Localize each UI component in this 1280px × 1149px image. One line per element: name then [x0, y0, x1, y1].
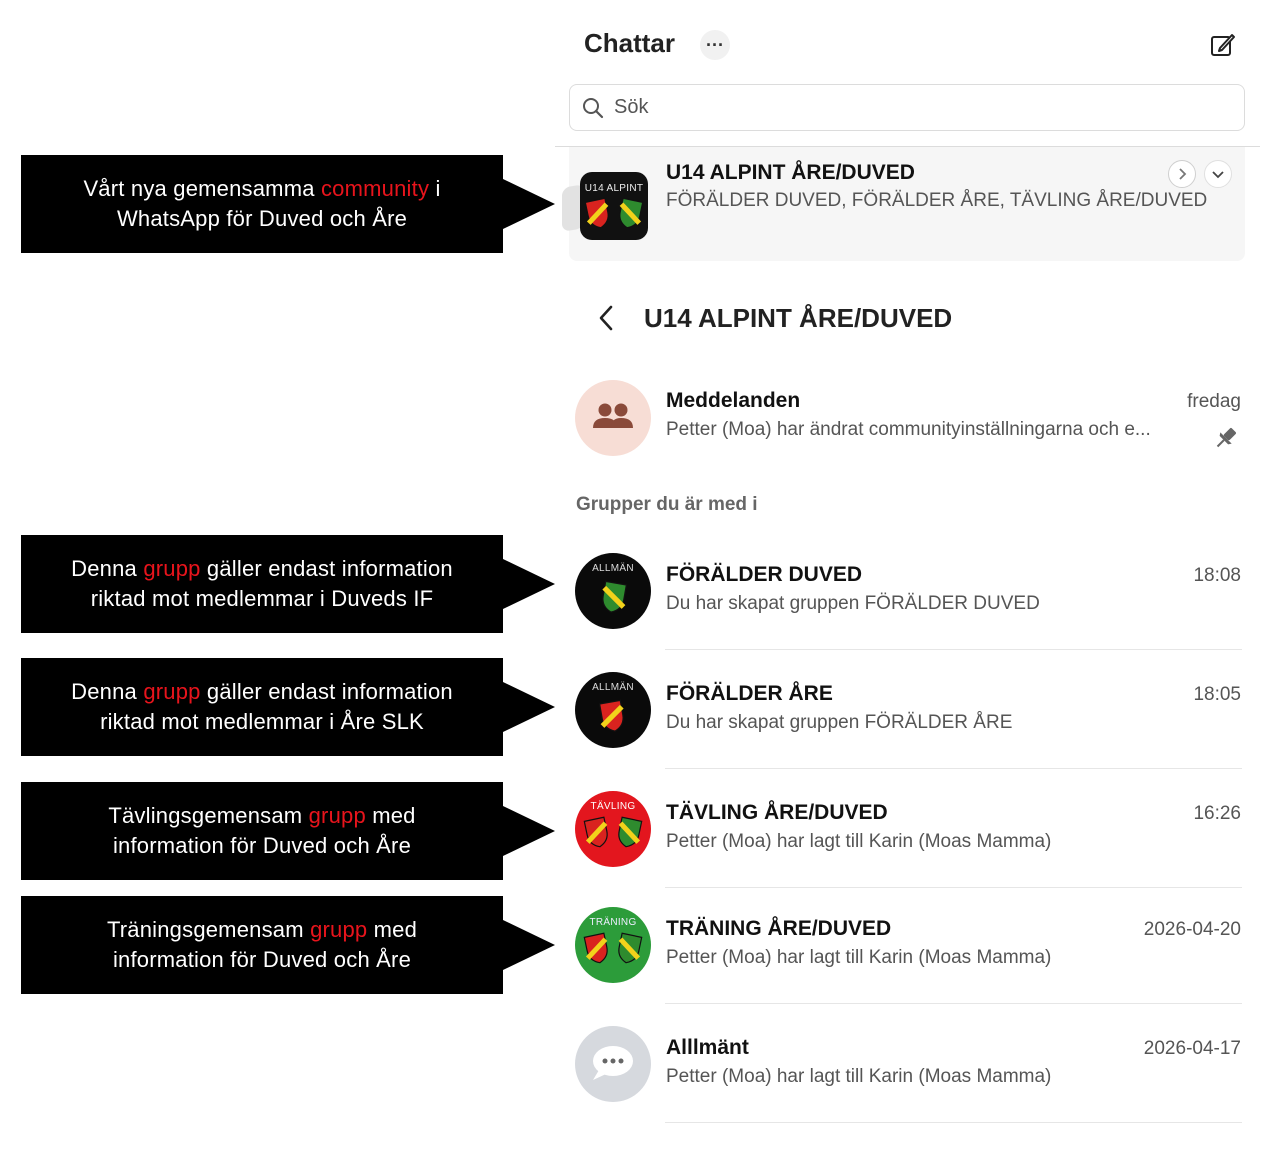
arrow-icon: [503, 559, 555, 609]
chat-last-message: Petter (Moa) har lagt till Karin (Moas M…: [666, 831, 1052, 852]
chat-name: FÖRÄLDER DUVED: [666, 563, 863, 586]
callout-tavling: Tävlingsgemensam grupp med information f…: [21, 782, 503, 880]
arrow-icon: [503, 806, 555, 856]
group-avatar: TRÄNING: [575, 907, 651, 983]
chevron-down-icon: [1212, 171, 1224, 179]
group-avatar: TÄVLING: [575, 791, 651, 867]
callout-text: Denna: [71, 679, 144, 704]
callout-text: Denna: [71, 556, 144, 581]
back-button[interactable]: [592, 302, 620, 334]
page-title: Chattar: [584, 28, 676, 58]
are-shield-icon: [596, 699, 628, 735]
callout-text: information för Duved och Åre: [112, 947, 412, 972]
callout-text: riktad mot medlemmar i Åre SLK: [100, 709, 424, 734]
callout-text: gäller endast information: [200, 679, 453, 704]
callout-text: Vårt nya gemensamma: [83, 176, 321, 201]
arrow-icon: [503, 920, 555, 970]
callout-text: med: [367, 917, 418, 942]
divider: [665, 887, 1242, 888]
callout-text: Tävlingsgemensam: [108, 803, 309, 828]
chat-time: 2026-04-17: [1143, 1038, 1241, 1059]
open-community-button[interactable]: [1168, 160, 1196, 188]
chat-time: 18:05: [1193, 684, 1241, 705]
chat-last-message: Petter (Moa) har ändrat communityinställ…: [666, 419, 1151, 440]
group-people-icon: [593, 403, 633, 428]
chat-time: fredag: [1187, 391, 1241, 412]
chat-time: 16:26: [1193, 803, 1241, 824]
club-shields-icon: [581, 816, 645, 850]
callout-highlight: community: [320, 176, 430, 201]
community-subtitle: FÖRÄLDER DUVED, FÖRÄLDER ÅRE, TÄVLING ÅR…: [666, 190, 1208, 211]
callout-text: i: [429, 176, 441, 201]
divider: [665, 768, 1242, 769]
divider: [665, 649, 1242, 650]
chat-bubble-icon: [593, 1046, 633, 1080]
callout-text: gäller endast information: [200, 556, 453, 581]
chat-last-message: Petter (Moa) har lagt till Karin (Moas M…: [666, 1066, 1052, 1087]
divider: [665, 1003, 1242, 1004]
arrow-icon: [503, 682, 555, 732]
chat-name: Alllmänt: [666, 1036, 749, 1059]
callout-traning: Träningsgemensam grupp med information f…: [21, 896, 503, 994]
ellipsis-icon: ···: [706, 34, 724, 55]
chat-time: 18:08: [1193, 565, 1241, 586]
chat-time: 2026-04-20: [1143, 919, 1241, 940]
community-title: U14 ALPINT ÅRE/DUVED: [644, 303, 953, 333]
community-name: U14 ALPINT ÅRE/DUVED: [666, 161, 915, 184]
chevron-left-icon: [599, 305, 613, 331]
chat-last-message: Du har skapat gruppen FÖRÄLDER DUVED: [666, 593, 1040, 614]
announcements-row[interactable]: [569, 372, 1245, 464]
section-label: Grupper du är med i: [576, 494, 758, 515]
club-shields-icon: [582, 197, 646, 231]
callout-text: WhatsApp för Duved och Åre: [116, 206, 408, 231]
callout-forelder-are: Denna grupp gäller endast information ri…: [21, 658, 503, 756]
callout-highlight: grupp: [143, 679, 201, 704]
search-bar[interactable]: [569, 84, 1245, 131]
chat-name: TRÄNING ÅRE/DUVED: [666, 917, 892, 940]
chat-name: FÖRÄLDER ÅRE: [666, 682, 833, 705]
callout-highlight: grupp: [310, 917, 368, 942]
club-shields-icon: [581, 932, 645, 966]
expand-community-button[interactable]: [1204, 160, 1232, 188]
callout-highlight: grupp: [143, 556, 201, 581]
duved-shield-icon: [598, 580, 630, 616]
search-input[interactable]: [612, 95, 1216, 120]
search-icon: [582, 97, 604, 119]
arrow-icon: [503, 179, 555, 229]
new-chat-button[interactable]: [1208, 30, 1238, 60]
callout-text: med: [365, 803, 416, 828]
group-avatar: ALLMÄN: [575, 553, 651, 629]
pin-icon: [1212, 424, 1240, 457]
callout-text: information för Duved och Åre: [112, 833, 412, 858]
callout-text: riktad mot medlemmar i Duveds IF: [90, 586, 434, 611]
chat-name: TÄVLING ÅRE/DUVED: [666, 801, 888, 824]
announcements-avatar: [575, 380, 651, 456]
chat-last-message: Du har skapat gruppen FÖRÄLDER ÅRE: [666, 712, 1013, 733]
community-avatar: U14 ALPINT: [580, 172, 648, 240]
callout-forelder-duved: Denna grupp gäller endast information ri…: [21, 535, 503, 633]
callout-text: Träningsgemensam: [106, 917, 311, 942]
more-options-button[interactable]: ···: [700, 30, 730, 60]
group-avatar: ALLMÄN: [575, 672, 651, 748]
chat-name: Meddelanden: [666, 389, 801, 412]
callout-highlight: grupp: [308, 803, 366, 828]
compose-icon: [1211, 34, 1235, 56]
chat-last-message: Petter (Moa) har lagt till Karin (Moas M…: [666, 947, 1052, 968]
divider: [665, 1122, 1242, 1123]
chevron-right-icon: [1179, 168, 1187, 180]
group-avatar: [575, 1026, 651, 1102]
callout-community: Vårt nya gemensamma community i WhatsApp…: [21, 155, 503, 253]
